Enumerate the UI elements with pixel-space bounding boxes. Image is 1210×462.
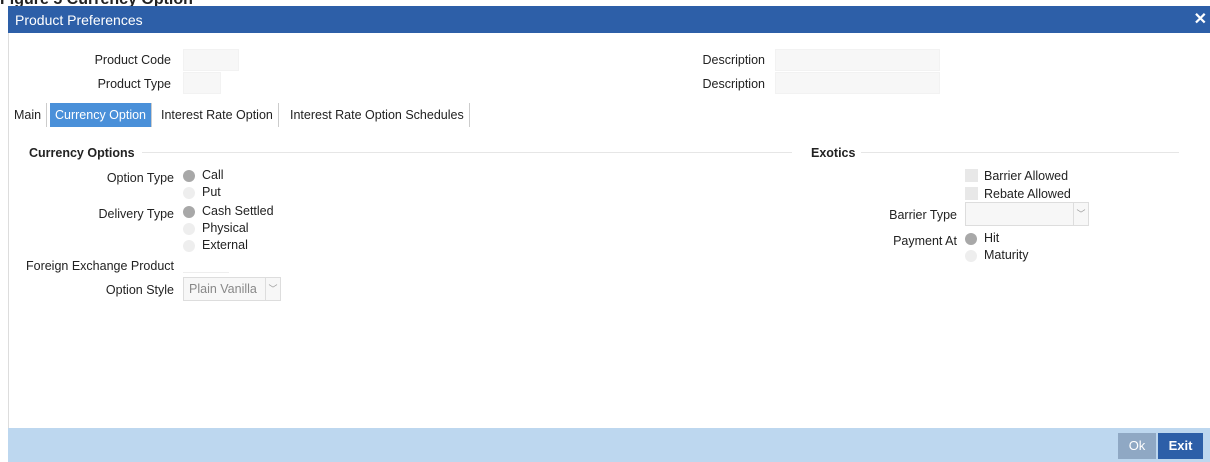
payment-at-maturity-radio[interactable] bbox=[965, 250, 977, 262]
description-label-2: Description bbox=[702, 77, 765, 91]
tab-main[interactable]: Main bbox=[9, 103, 48, 127]
option-style-value: Plain Vanilla bbox=[189, 282, 257, 296]
option-type-put-label: Put bbox=[202, 185, 221, 199]
barrier-type-select[interactable]: ﹀ bbox=[965, 202, 1089, 226]
product-type-label: Product Type bbox=[97, 77, 171, 91]
tab-currency-option[interactable]: Currency Option bbox=[50, 103, 153, 127]
option-type-put-radio[interactable] bbox=[183, 187, 195, 199]
fx-product-field[interactable] bbox=[183, 272, 229, 276]
chevron-down-icon: ﹀ bbox=[1073, 203, 1088, 225]
description-field-1[interactable] bbox=[775, 49, 940, 71]
option-type-label: Option Type bbox=[106, 171, 174, 185]
close-icon[interactable]: ✕ bbox=[1194, 9, 1207, 29]
exit-button[interactable]: Exit bbox=[1158, 433, 1203, 459]
description-field-2[interactable] bbox=[775, 72, 940, 94]
barrier-allowed-label: Barrier Allowed bbox=[984, 169, 1069, 183]
delivery-physical-radio[interactable] bbox=[183, 223, 195, 235]
delivery-external-label: External bbox=[202, 238, 248, 252]
delivery-external-radio[interactable] bbox=[183, 240, 195, 252]
description-label-1: Description bbox=[702, 53, 765, 67]
chevron-down-icon: ﹀ bbox=[265, 278, 280, 300]
ok-button[interactable]: Ok bbox=[1118, 433, 1156, 459]
tab-interest-rate-option-schedules[interactable]: Interest Rate Option Schedules bbox=[285, 103, 470, 127]
payment-at-maturity-label: Maturity bbox=[984, 248, 1029, 262]
payment-at-hit-label: Hit bbox=[984, 231, 1000, 245]
option-type-call-radio[interactable] bbox=[183, 170, 195, 182]
option-type-call-label: Call bbox=[202, 168, 224, 182]
exotics-title: Exotics bbox=[811, 146, 856, 160]
exotics-divider bbox=[861, 152, 1179, 153]
payment-at-label: Payment At bbox=[893, 234, 957, 248]
barrier-type-label: Barrier Type bbox=[889, 208, 957, 222]
barrier-allowed-checkbox[interactable] bbox=[965, 169, 978, 182]
window-titlebar: Product Preferences ✕ bbox=[8, 6, 1210, 33]
rebate-allowed-checkbox[interactable] bbox=[965, 187, 978, 200]
window-content: Product Code Product Type Description De… bbox=[8, 33, 1210, 428]
delivery-type-label: Delivery Type bbox=[98, 207, 175, 221]
fx-product-label: Foreign Exchange Product bbox=[25, 259, 174, 273]
window-title: Product Preferences bbox=[15, 12, 143, 28]
product-code-label: Product Code bbox=[94, 53, 171, 67]
currency-options-divider bbox=[142, 152, 792, 153]
product-type-field[interactable] bbox=[183, 72, 221, 94]
product-code-field[interactable] bbox=[183, 49, 239, 71]
payment-at-hit-radio[interactable] bbox=[965, 233, 977, 245]
delivery-cash-settled-radio[interactable] bbox=[183, 206, 195, 218]
window-footer: Ok Exit bbox=[8, 428, 1210, 462]
tab-interest-rate-option[interactable]: Interest Rate Option bbox=[156, 103, 279, 127]
option-style-select[interactable]: Plain Vanilla ﹀ bbox=[183, 277, 281, 301]
delivery-physical-label: Physical bbox=[202, 221, 249, 235]
currency-options-title: Currency Options bbox=[29, 146, 135, 160]
rebate-allowed-label: Rebate Allowed bbox=[984, 187, 1071, 201]
option-style-label: Option Style bbox=[105, 283, 174, 297]
delivery-cash-settled-label: Cash Settled bbox=[202, 204, 274, 218]
